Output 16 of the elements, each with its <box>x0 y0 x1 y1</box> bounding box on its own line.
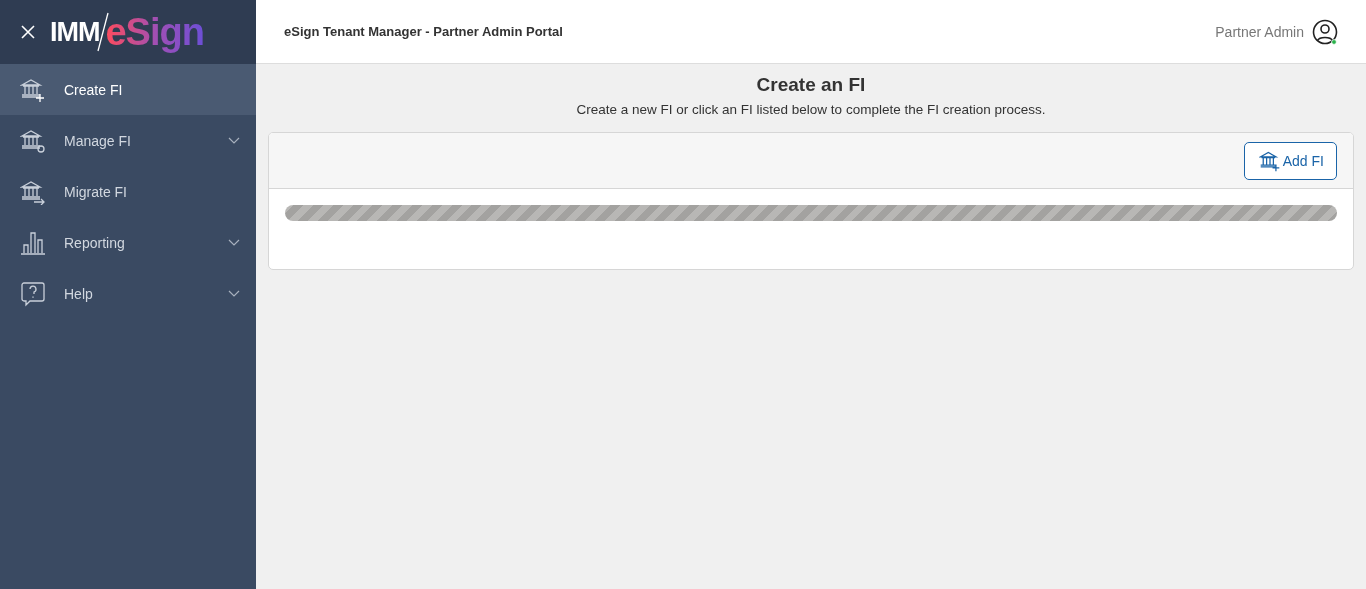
user-avatar-icon[interactable] <box>1312 18 1338 45</box>
close-icon[interactable] <box>20 24 36 40</box>
app-title: eSign Tenant Manager - Partner Admin Portal <box>284 24 564 39</box>
add-fi-button[interactable]: Add FI <box>1243 141 1337 180</box>
logo-text: IMM <box>50 16 100 48</box>
sidebar-item[interactable]: Manage FI <box>0 115 256 166</box>
sidebar-item[interactable]: Reporting <box>0 217 256 268</box>
user-name[interactable]: Partner Admin <box>1215 23 1304 40</box>
sidebar-item[interactable]: Create FI <box>0 64 256 115</box>
help-icon <box>20 280 46 307</box>
page-title: Create an FI <box>755 74 867 96</box>
sidebar-item[interactable]: Migrate FI <box>0 166 256 217</box>
bank-icon <box>1258 149 1281 172</box>
sidebar-item[interactable]: Help <box>0 268 256 319</box>
page-subtitle: Create a new FI or click an FI listed below to complete the FI creation process. <box>575 102 1047 117</box>
bar-chart-icon <box>20 229 46 256</box>
